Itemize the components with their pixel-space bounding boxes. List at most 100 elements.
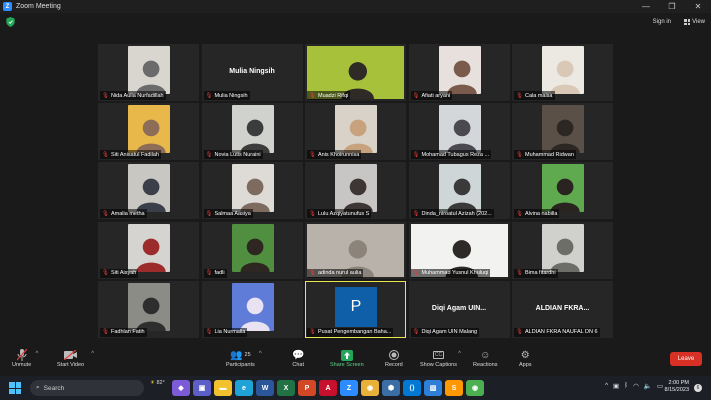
- participant-tile[interactable]: 🎙 adinda nurul aulia: [305, 221, 406, 279]
- participant-video: [231, 282, 274, 331]
- minimize-icon[interactable]: —: [633, 0, 659, 13]
- taskbar-app-icon[interactable]: S: [445, 380, 463, 396]
- participant-name-tag: 🎙 Afiati aryani: [410, 91, 453, 100]
- taskbar-app-icon[interactable]: ◆: [172, 380, 190, 396]
- participant-tile[interactable]: 🎙 Anis Khoirunnisa: [305, 103, 406, 161]
- participant-name-tag: 🎙 adinda nurul aulia: [307, 268, 364, 278]
- view-button[interactable]: View: [684, 19, 705, 25]
- maximize-icon[interactable]: ❐: [659, 0, 685, 13]
- share-screen-button[interactable]: Share Screen: [330, 348, 364, 368]
- participant-tile[interactable]: 🎙 Amalia metha: [98, 162, 199, 220]
- participant-tile[interactable]: 🎙 Novia Lutis Nuraini: [201, 103, 303, 161]
- taskbar-app-icon[interactable]: ▣: [193, 380, 211, 396]
- participant-tile[interactable]: Mulia Ningsih 🎙 Mulia Ningsih: [201, 44, 303, 101]
- show-captions-label: Show Captions: [420, 362, 457, 368]
- participant-video: [128, 105, 170, 154]
- participant-tile[interactable]: 🎙 Bima fitardhi: [512, 221, 613, 279]
- chevron-up-icon[interactable]: ^: [458, 351, 461, 357]
- person-silhouette-icon: [136, 60, 166, 94]
- taskbar-app-icon[interactable]: ⬢: [382, 380, 400, 396]
- chevron-up-icon[interactable]: ^: [259, 351, 262, 357]
- participant-name: Cala maisa: [524, 92, 553, 99]
- participant-name-tag: 🎙 Bima fitardhi: [514, 268, 558, 278]
- participant-video: [231, 223, 274, 272]
- wifi-icon[interactable]: ◠: [633, 382, 639, 390]
- record-button[interactable]: Record: [385, 348, 403, 368]
- sign-in-link[interactable]: Sign in: [653, 19, 671, 25]
- bluetooth-icon[interactable]: ᛒ: [624, 382, 628, 390]
- volume-icon[interactable]: 🔈: [644, 382, 652, 390]
- participant-tile[interactable]: ALDIAN FKRA... 🎙 ALDIAN FKRA NAUFAL DN 6: [512, 280, 613, 338]
- participant-name: Siti Anisatul Fadilah: [110, 151, 159, 158]
- taskbar-app-icon[interactable]: e: [235, 380, 253, 396]
- participant-tile[interactable]: 🎙 Alvina nabilla: [512, 162, 613, 220]
- participant-tile[interactable]: P 🎙 Pusat Pengembangan Baha...: [305, 280, 406, 338]
- participant-tile[interactable]: 🎙 Dinda_niroatul Azizah (202...: [408, 162, 510, 220]
- mic-muted-icon: 🎙: [309, 210, 316, 217]
- taskbar-clock[interactable]: 2:00 PM 8/15/2023: [665, 380, 689, 394]
- unmute-label: Unmute: [12, 362, 32, 368]
- start-video-button[interactable]: Start Video ^: [57, 348, 94, 368]
- chevron-up-icon[interactable]: ^: [605, 382, 608, 390]
- participant-tile[interactable]: Diqi Agam UIN... 🎙 Diqi Agam UIN Malang: [408, 280, 510, 338]
- participant-name: Afiati aryani: [421, 92, 451, 99]
- taskbar-app-icon[interactable]: W: [256, 380, 274, 396]
- participant-tile[interactable]: 🎙 Nida Aulia Nurfadillah: [98, 44, 199, 101]
- mic-muted-icon: 🎙: [309, 329, 316, 336]
- close-icon[interactable]: ✕: [685, 0, 711, 13]
- show-captions-button[interactable]: CC Show Captions ^: [420, 348, 461, 368]
- taskbar-app-icon[interactable]: A: [319, 380, 337, 396]
- mic-muted-icon: 🎙: [309, 270, 316, 277]
- participant-tile[interactable]: 🎙 Afiati aryani: [408, 44, 510, 101]
- battery-icon[interactable]: ▭: [657, 382, 663, 390]
- taskbar-app-icon[interactable]: ◉: [361, 380, 379, 396]
- participant-tile[interactable]: 🎙 fadli: [201, 221, 303, 279]
- participant-name-tag: 🎙 Salmaa Aasiya: [203, 209, 253, 219]
- mic-muted-icon: 🎙: [412, 329, 420, 336]
- participant-tile[interactable]: 🎙 Mohamad Tubagus Reza ...: [408, 103, 510, 161]
- participant-tile[interactable]: 🎙 Lia Nurmalia: [201, 280, 303, 338]
- participant-name: ALDIAN FKRA NAUFAL DN 6: [524, 329, 598, 336]
- chat-button[interactable]: 💬 Chat: [292, 348, 304, 369]
- participant-tile[interactable]: 🎙 Siti Anisatul Fadilah: [98, 103, 199, 161]
- participant-video: [128, 223, 170, 272]
- apps-button[interactable]: ⚙ Apps: [519, 348, 532, 369]
- participant-tile[interactable]: 🎙 Lulu Azqiyatunufus S: [305, 162, 406, 220]
- participant-video: [128, 46, 170, 94]
- mic-muted-icon: 🎙: [102, 92, 109, 99]
- security-shield-icon[interactable]: [6, 17, 15, 27]
- participant-tile[interactable]: 🎙 Muadzi Rifqi: [305, 44, 406, 101]
- taskbar-app-icon[interactable]: ◉: [466, 380, 484, 396]
- participant-name-tag: 🎙 Muhammad Ridwan: [514, 150, 576, 160]
- participant-name: Dinda_niroatul Azizah (202...: [421, 210, 492, 217]
- mic-muted-icon: 🎙: [516, 92, 523, 99]
- share-screen-icon: [340, 348, 353, 362]
- participant-tile[interactable]: 🎙 Muhammad Yusnul Khuluqi: [408, 221, 510, 279]
- taskbar-app-icon[interactable]: P: [298, 380, 316, 396]
- chevron-up-icon[interactable]: ^: [91, 351, 94, 357]
- chevron-up-icon[interactable]: ^: [35, 351, 38, 357]
- reactions-button[interactable]: ☺ Reactions: [473, 348, 497, 369]
- taskbar-search[interactable]: ⌕ Search: [30, 380, 144, 396]
- taskbar-app-icon[interactable]: ⟨⟩: [403, 380, 421, 396]
- taskbar-app-icon[interactable]: ▧: [424, 380, 442, 396]
- participants-button[interactable]: 👥 25 Participants ^: [226, 348, 262, 369]
- leave-button[interactable]: Leave: [670, 352, 702, 366]
- participant-tile[interactable]: 🎙 Cala maisa: [512, 44, 613, 101]
- search-icon: ⌕: [36, 384, 40, 391]
- participant-name: Mulia Ningsih: [214, 92, 248, 99]
- participant-tile[interactable]: 🎙 Fadhlan Fatih: [98, 280, 199, 338]
- weather-widget[interactable]: ☀ 82°: [150, 380, 165, 386]
- participant-tile[interactable]: 🎙 Muhammad Ridwan: [512, 103, 613, 161]
- participant-name: Bima fitardhi: [524, 270, 556, 277]
- taskbar-app-icon[interactable]: Z: [340, 380, 358, 396]
- tray-app-icon[interactable]: ▣: [613, 382, 619, 390]
- unmute-button[interactable]: Unmute ^: [12, 348, 38, 368]
- participant-tile[interactable]: 🎙 Siti Aisyah: [98, 221, 199, 279]
- notification-badge[interactable]: 6: [694, 384, 702, 392]
- person-silhouette-icon: [239, 178, 270, 213]
- windows-start-icon[interactable]: [9, 382, 21, 394]
- taskbar-app-icon[interactable]: X: [277, 380, 295, 396]
- participant-tile[interactable]: 🎙 Salmaa Aasiya: [201, 162, 303, 220]
- taskbar-app-icon[interactable]: ▬: [214, 380, 232, 396]
